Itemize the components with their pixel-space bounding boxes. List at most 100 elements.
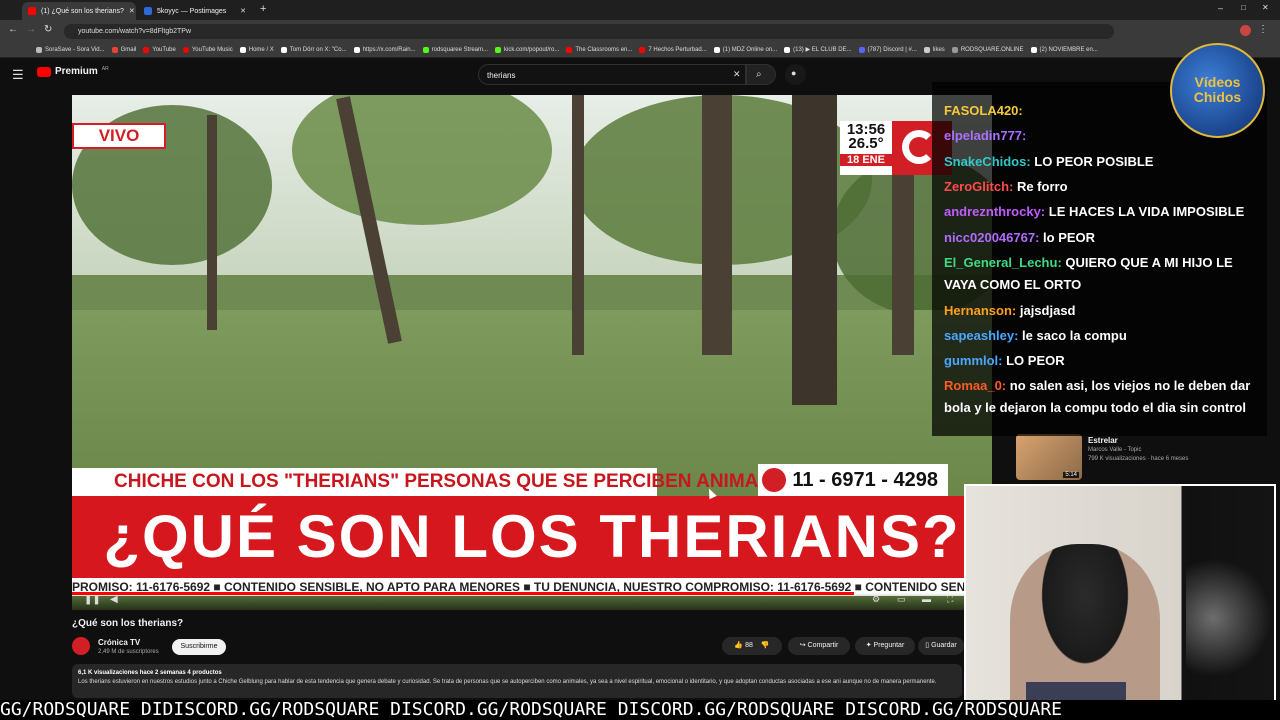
dislike-icon[interactable]: 👎 <box>761 642 770 649</box>
bookmark-item[interactable]: https://x.com/Rain... <box>353 46 416 53</box>
tab-youtube[interactable]: (1) ¿Qué son los therians? ✕ <box>22 2 136 20</box>
bookmark-item[interactable]: (787) Discord | #... <box>858 46 917 53</box>
bookmark-item[interactable]: (2) NOVIEMBRE en... <box>1030 46 1098 53</box>
subscriber-count: 2,49 M de suscriptores <box>98 649 159 655</box>
recommended-channel[interactable]: Marcos Valle - Topic <box>1088 447 1141 453</box>
chat-username: Hernanson: <box>944 303 1017 318</box>
menu-icon[interactable]: ⋮ <box>1258 24 1268 35</box>
country-code: AR <box>101 65 109 72</box>
share-icon: ↪ <box>799 642 806 649</box>
channel-logo: Vídeos Chidos <box>1170 43 1265 138</box>
chat-message: sapeashley: le saco la compu <box>944 325 1259 347</box>
bookmark-icon: ▯ <box>925 642 930 649</box>
tab-label: (1) ¿Qué son los therians? <box>41 7 124 15</box>
volume-icon[interactable]: ◀ <box>110 594 118 605</box>
window-night-city <box>1186 486 1274 704</box>
bookmark-item[interactable]: Gmail <box>111 46 136 53</box>
maximize-icon[interactable]: □ <box>1241 3 1246 12</box>
chat-text: LO PEOR <box>1002 353 1065 368</box>
recommended-video[interactable]: 5:14 Estrelar Marcos Valle - Topic 799 K… <box>1016 434 1266 484</box>
x-icon <box>713 46 720 53</box>
tab-postimages[interactable]: 5koyyc — Postimages ✕ <box>138 2 252 20</box>
progress-bar[interactable] <box>72 592 992 595</box>
bookmark-item[interactable]: rodsquaree Stream... <box>422 46 488 53</box>
bookmark-item[interactable]: Tom Dörr on X: "Co... <box>280 46 347 53</box>
video-thumbnail[interactable]: 5:14 <box>1016 434 1082 480</box>
close-icon[interactable]: ✕ <box>240 7 246 15</box>
theater-mode-icon[interactable]: ▬ <box>922 594 931 604</box>
tv-clock: 13:56 26.5° 18 ENE <box>840 121 892 175</box>
bookmark-item[interactable]: YouTube Music <box>182 46 233 53</box>
bookmark-item[interactable]: SoraSave - Sora Vid... <box>36 46 105 53</box>
settings-icon[interactable]: ⚙ <box>872 594 880 605</box>
chat-text: le saco la compu <box>1018 328 1127 343</box>
stream-bottom-ticker: GG/RODSQUARE DIDISCORD.GG/RODSQUARE DISC… <box>0 700 1280 720</box>
chat-text: LE HACES LA VIDA IMPOSIBLE <box>1045 204 1245 219</box>
clock-date: 18 ENE <box>840 154 892 166</box>
chat-username: ZeroGlitch: <box>944 179 1014 194</box>
profile-avatar[interactable] <box>1240 25 1251 36</box>
address-bar[interactable]: youtube.com/watch?v=8dFltgb2TPw <box>64 24 1114 39</box>
save-button[interactable]: ▯ Guardar <box>918 637 964 655</box>
close-icon[interactable]: ✕ <box>129 7 135 15</box>
phone-number: 11 - 6971 - 4298 <box>758 464 948 496</box>
discord-icon <box>858 46 865 53</box>
channel-name[interactable]: Crónica TV <box>98 638 140 647</box>
youtube-favicon-icon <box>28 7 36 15</box>
video-duration: 5:14 <box>1063 472 1079 478</box>
bookmark-item[interactable]: (1) MDZ Online on... <box>713 46 777 53</box>
youtube-icon <box>566 46 573 53</box>
channel-avatar[interactable] <box>72 637 90 655</box>
chat-message: nicc020046767: lo PEOR <box>944 227 1259 249</box>
tree-trunk <box>572 95 584 355</box>
reload-icon[interactable]: ↻ <box>44 24 52 35</box>
back-icon[interactable]: ← <box>8 24 18 35</box>
recommended-meta: 799 K visualizaciones · hace 6 meses <box>1088 456 1189 462</box>
voice-search-button[interactable]: ● <box>785 64 806 85</box>
like-count: 88 <box>745 642 753 649</box>
hamburger-menu-icon[interactable]: ☰ <box>12 67 24 83</box>
like-icon[interactable]: 👍 <box>734 642 743 649</box>
recommended-title[interactable]: Estrelar <box>1088 436 1118 445</box>
chat-username: elpeladin777: <box>944 128 1027 143</box>
bookmark-item[interactable]: kick.com/popout/ro... <box>495 46 559 53</box>
ask-button[interactable]: ✦ Preguntar <box>855 637 915 655</box>
chat-username: nicc020046767: <box>944 230 1040 245</box>
bookmark-item[interactable]: 7 Hechos Perturbad... <box>639 46 707 53</box>
close-window-icon[interactable]: ✕ <box>1262 3 1269 12</box>
fullscreen-icon[interactable]: ⛶ <box>947 594 953 605</box>
search-input[interactable]: therians <box>478 64 746 85</box>
new-tab-icon[interactable]: + <box>260 3 266 15</box>
miniplayer-icon[interactable]: ▭ <box>897 594 906 605</box>
search-button[interactable]: ⌕ <box>746 64 776 85</box>
video-player[interactable]: VIVO 13:56 26.5° 18 ENE CHICHE CON LOS "… <box>72 95 992 610</box>
youtube-premium-logo[interactable]: Premium AR <box>37 66 109 77</box>
youtube-music-icon <box>182 46 189 53</box>
chat-username: gummlol: <box>944 353 1003 368</box>
logo-text: Premium <box>55 66 98 77</box>
chat-username: sapeashley: <box>944 328 1019 343</box>
play-pause-icon[interactable]: ❚❚ <box>84 594 101 605</box>
share-button[interactable]: ↪ Compartir <box>788 637 850 655</box>
x-icon <box>239 46 246 53</box>
browser-tab-bar: (1) ¿Qué son los therians? ✕ 5koyyc — Po… <box>0 0 1280 20</box>
chat-username: andreznthrocky: <box>944 204 1046 219</box>
bookmark-item[interactable]: likes <box>923 46 945 53</box>
gmail-icon <box>111 46 118 53</box>
clear-search-icon[interactable]: ✕ <box>733 69 741 80</box>
bookmark-item[interactable]: The Classrooms en... <box>566 46 632 53</box>
bookmark-favicon-icon <box>36 46 42 53</box>
chat-message: ZeroGlitch: Re forro <box>944 176 1259 198</box>
bookmark-item[interactable]: (13) ▶ EL CLUB DE... <box>784 46 852 53</box>
bookmark-item[interactable]: Home / X <box>239 46 274 53</box>
video-description[interactable]: 6,1 K visualizaciones hace 2 semanas 4 p… <box>72 664 962 698</box>
bookmark-item[interactable]: RODSQUARE.ONLINE <box>951 46 1024 53</box>
bookmark-item[interactable]: YouTube <box>143 46 176 53</box>
subscribe-button[interactable]: Suscribirme <box>172 639 226 655</box>
tree-trunk <box>792 95 837 405</box>
x-icon <box>280 46 287 53</box>
forward-icon[interactable]: → <box>26 24 36 35</box>
bookmarks-bar: SoraSave - Sora Vid... Gmail YouTube You… <box>0 42 1280 58</box>
minimize-icon[interactable]: – <box>1218 3 1223 13</box>
progress-fill <box>72 592 854 595</box>
